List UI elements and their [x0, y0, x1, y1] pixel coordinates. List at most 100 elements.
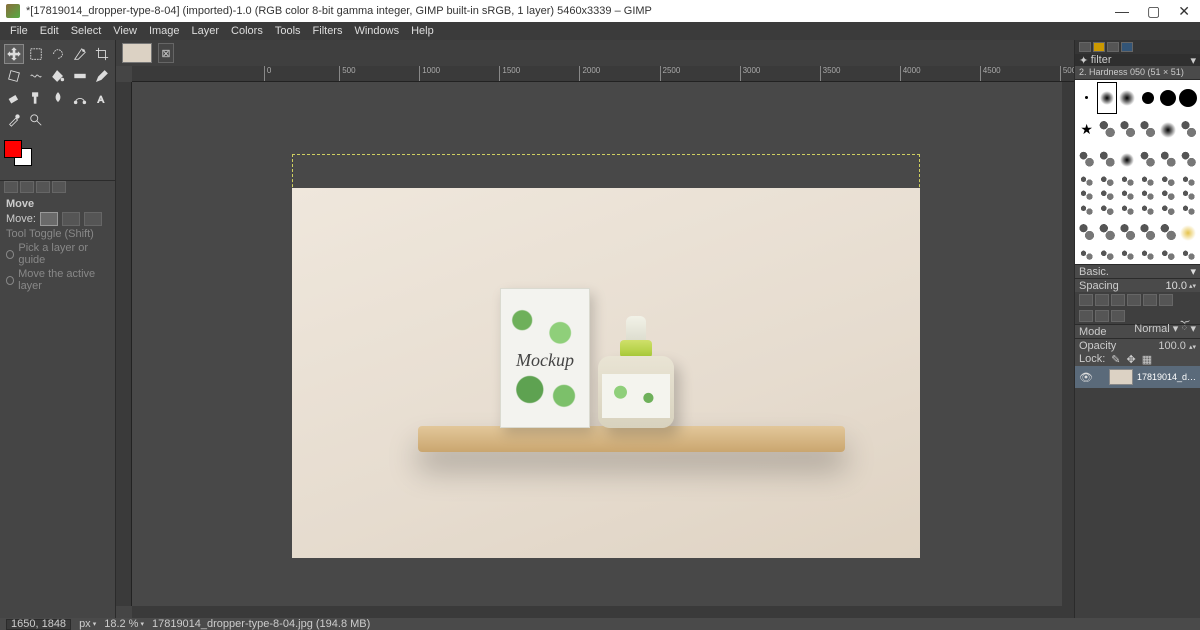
brush-edit-button[interactable]: [1079, 294, 1093, 306]
brush-item[interactable]: [1179, 115, 1198, 146]
opt-move-active-radio[interactable]: [6, 276, 14, 285]
menu-help[interactable]: Help: [407, 25, 438, 37]
brush-dup-button[interactable]: [1111, 294, 1125, 306]
rp-tab-1[interactable]: [1079, 42, 1091, 52]
brush-item[interactable]: [1158, 115, 1177, 146]
brush-item[interactable]: [1118, 175, 1137, 189]
brush-open-button[interactable]: [1159, 294, 1173, 306]
brush-item[interactable]: [1138, 218, 1157, 248]
brush-item[interactable]: [1179, 82, 1198, 114]
color-swatches[interactable]: [0, 134, 115, 180]
brush-spacing-row[interactable]: Spacing10.0▴▾: [1075, 278, 1200, 292]
free-select-tool[interactable]: [48, 44, 68, 64]
foreground-color[interactable]: [4, 140, 22, 158]
brush-item[interactable]: [1097, 175, 1116, 189]
zoom-selector[interactable]: 18.2 %▾: [104, 618, 144, 630]
brush-item[interactable]: ★: [1077, 115, 1096, 146]
brush-item[interactable]: [1179, 189, 1198, 203]
menu-image[interactable]: Image: [145, 25, 184, 37]
close-button[interactable]: ✕: [1178, 4, 1190, 18]
move-mode-path[interactable]: [84, 212, 102, 226]
brush-item[interactable]: [1077, 189, 1096, 203]
brush-new-button[interactable]: [1095, 294, 1109, 306]
mode-value[interactable]: Normal: [1134, 323, 1169, 335]
brush-item[interactable]: [1097, 115, 1116, 146]
brush-item[interactable]: [1138, 204, 1157, 218]
lock-alpha-icon[interactable]: ▦: [1142, 353, 1152, 366]
brush-item[interactable]: [1138, 175, 1157, 189]
brush-item[interactable]: [1138, 82, 1157, 114]
visibility-toggle[interactable]: 👁: [1079, 371, 1091, 383]
brush-del-button[interactable]: [1127, 294, 1141, 306]
menu-colors[interactable]: Colors: [227, 25, 267, 37]
opt-move-active[interactable]: Move the active layer: [18, 268, 109, 292]
eraser-tool[interactable]: [4, 88, 24, 108]
unit-selector[interactable]: px▾: [79, 618, 96, 630]
layer-item[interactable]: 👁 17819014_d…: [1075, 366, 1200, 388]
brush-item[interactable]: [1097, 218, 1116, 248]
move-mode-selection[interactable]: [62, 212, 80, 226]
lock-pixels-icon[interactable]: ✎: [1111, 353, 1120, 366]
brush-item[interactable]: [1158, 218, 1177, 248]
menu-select[interactable]: Select: [67, 25, 106, 37]
brush-item[interactable]: [1179, 218, 1198, 248]
opt-pick-layer[interactable]: Pick a layer or guide: [18, 242, 109, 266]
brush-item[interactable]: [1158, 146, 1177, 174]
text-tool[interactable]: A: [92, 88, 112, 108]
layer-mode-row[interactable]: Mode Normal ▾ ོ ▾: [1075, 324, 1200, 338]
brush-item[interactable]: [1138, 146, 1157, 174]
brush-item[interactable]: [1179, 175, 1198, 189]
brush-item[interactable]: [1118, 146, 1137, 174]
pencil-tool[interactable]: [92, 66, 112, 86]
brushes-filter-row[interactable]: ✦ filter ▾: [1075, 54, 1200, 66]
opts-tab-4[interactable]: [52, 181, 66, 193]
brush-item[interactable]: [1077, 82, 1096, 114]
brush-item[interactable]: [1077, 218, 1096, 248]
warp-tool[interactable]: [26, 66, 46, 86]
brush-item[interactable]: [1077, 146, 1096, 174]
layers-tab-channels[interactable]: [1095, 310, 1109, 322]
brush-item[interactable]: [1097, 204, 1116, 218]
rp-tab-3[interactable]: [1107, 42, 1119, 52]
brush-item[interactable]: [1138, 249, 1157, 263]
brush-item[interactable]: [1077, 249, 1096, 263]
brush-item[interactable]: [1138, 115, 1157, 146]
horizontal-scrollbar[interactable]: [132, 606, 1074, 618]
maximize-button[interactable]: ▢: [1147, 4, 1160, 18]
brush-item[interactable]: [1158, 82, 1177, 114]
opts-tab-1[interactable]: [4, 181, 18, 193]
brush-item[interactable]: [1158, 249, 1177, 263]
brush-item[interactable]: [1097, 146, 1116, 174]
move-tool[interactable]: [4, 44, 24, 64]
bucket-fill-tool[interactable]: [48, 66, 68, 86]
menu-file[interactable]: File: [6, 25, 32, 37]
menu-filters[interactable]: Filters: [309, 25, 347, 37]
brush-item[interactable]: [1118, 204, 1137, 218]
layer-thumbnail[interactable]: [1109, 369, 1133, 385]
minimize-button[interactable]: —: [1115, 4, 1129, 18]
brush-item[interactable]: [1118, 115, 1137, 146]
brush-item[interactable]: [1097, 189, 1116, 203]
brush-item[interactable]: [1118, 249, 1137, 263]
menu-layer[interactable]: Layer: [188, 25, 224, 37]
paths-tool[interactable]: [70, 88, 90, 108]
brush-item-selected[interactable]: [1097, 82, 1116, 114]
brush-item[interactable]: [1077, 204, 1096, 218]
brush-item[interactable]: [1179, 249, 1198, 263]
menu-edit[interactable]: Edit: [36, 25, 63, 37]
brush-item[interactable]: [1158, 175, 1177, 189]
brush-item[interactable]: [1179, 204, 1198, 218]
opacity-value[interactable]: 100.0: [1158, 340, 1186, 352]
rect-select-tool[interactable]: [26, 44, 46, 64]
fuzzy-select-tool[interactable]: [70, 44, 90, 64]
brush-item[interactable]: [1077, 175, 1096, 189]
rotate-tool[interactable]: [4, 66, 24, 86]
layers-tab-layers[interactable]: [1079, 310, 1093, 322]
image-viewport[interactable]: Mockup: [132, 82, 1074, 606]
vertical-ruler[interactable]: [116, 82, 132, 606]
layers-tab-paths[interactable]: [1111, 310, 1125, 322]
brush-grid[interactable]: ★: [1075, 80, 1200, 264]
opts-tab-3[interactable]: [36, 181, 50, 193]
color-picker-tool[interactable]: [4, 110, 24, 130]
opts-tab-2[interactable]: [20, 181, 34, 193]
